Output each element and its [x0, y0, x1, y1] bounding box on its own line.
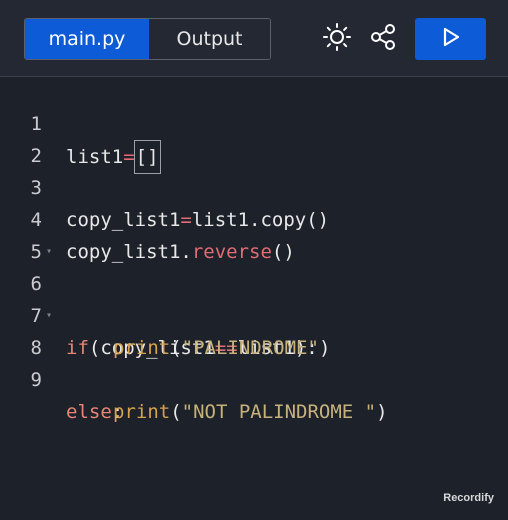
recordify-watermark: Recordify [443, 492, 494, 504]
tab-output[interactable]: Output [149, 19, 270, 59]
code-line: 7 print("PALINDROME") [0, 268, 508, 359]
string-literal: "NOT PALINDROME " [181, 401, 377, 423]
share-icon [368, 22, 398, 56]
code-line: 1 list1=[] [0, 76, 508, 174]
code-line: 2 [0, 108, 508, 167]
parentheses: ) [376, 401, 388, 423]
code-editor-window: main.py Output 1 list1=[] 2 3 copy_list1… [0, 0, 508, 520]
keyword: else [66, 401, 112, 423]
fold-arrow-icon[interactable]: ▾ [46, 300, 52, 332]
play-icon [440, 26, 462, 52]
file-tabs: main.py Output [24, 18, 271, 60]
share-button[interactable] [366, 22, 400, 56]
code-line: 6 ▾ if(copy_list1==list1): [0, 236, 508, 359]
code-line: 3 copy_list1=list1.copy() [0, 140, 508, 231]
code-line: 8 ▾ else: [0, 300, 508, 423]
code-area[interactable]: 1 list1=[] 2 3 copy_list1=list1.copy() 4… [0, 76, 508, 520]
run-button[interactable] [415, 18, 486, 60]
editor-toolbar: main.py Output [0, 0, 508, 77]
theme-toggle-button[interactable] [320, 22, 354, 56]
sun-icon [322, 22, 352, 56]
code-line: 9 print("NOT PALINDROME ") [0, 332, 508, 423]
code-line: 5 [0, 204, 508, 263]
fold-arrow-icon[interactable]: ▾ [46, 236, 52, 268]
parentheses: ( [170, 401, 182, 423]
line-number: 9 [30, 369, 42, 391]
code-line: 4 copy_list1.reverse() [0, 172, 508, 263]
code-text: print("NOT PALINDROME ") [113, 396, 388, 428]
function-name: print [113, 401, 171, 423]
tab-main-py[interactable]: main.py [25, 19, 149, 59]
